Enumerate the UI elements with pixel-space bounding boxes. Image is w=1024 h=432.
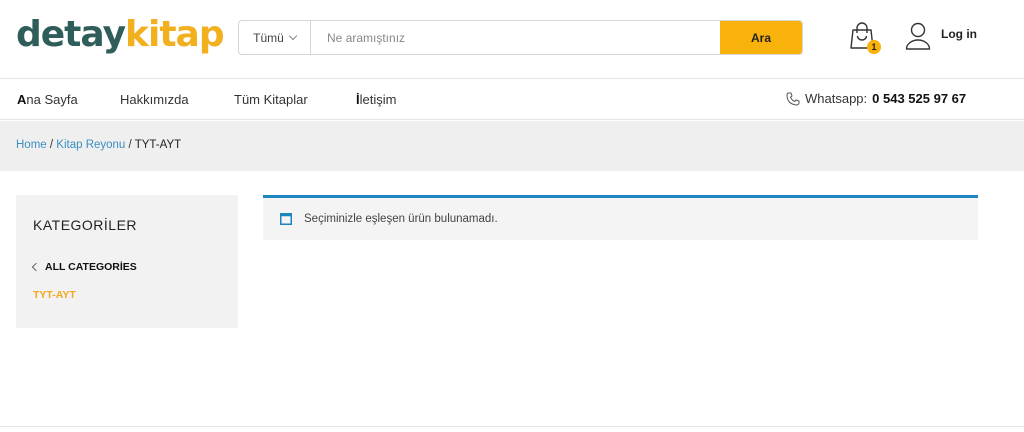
main-nav: Ana Sayfa Hakkımızda Tüm Kitaplar İletiş… [0,78,1024,120]
cart-button[interactable]: 1 [849,22,881,54]
all-categories-link[interactable]: ALL CATEGORİES [31,261,137,273]
search-category-value: Tümü [253,30,284,45]
logo-part-detay: detay [16,14,126,55]
breadcrumb-section-link[interactable]: Kitap Reyonu [56,139,125,151]
nav-item-hakkimizda[interactable]: Hakkımızda [120,92,189,107]
breadcrumb-current: TYT-AYT [134,139,182,151]
cart-count-badge: 1 [867,40,881,54]
nav-item-tum-kitaplar[interactable]: Tüm Kitaplar [234,92,308,107]
nav-item-label: na Sayfa [26,92,78,107]
breadcrumb-separator: / [46,139,57,151]
breadcrumb-separator: / [125,139,135,151]
no-products-notice: Seçiminizle eşleşen ürün bulunamadı. [263,195,978,240]
user-icon [905,22,931,50]
search-input[interactable] [311,21,720,54]
search-category-select[interactable]: Tümü [239,21,311,54]
nav-item-label: letişim [359,92,397,107]
breadcrumb: Home / Kitap Reyonu / TYT-AYT [16,139,181,151]
site-header: detaykitap Tümü Ara 1 Log in [0,0,1024,78]
all-categories-label: ALL CATEGORİES [45,261,137,273]
whatsapp-label: Whatsapp: [805,91,868,106]
search-button[interactable]: Ara [720,21,802,54]
category-sidebar: KATEGORİLER ALL CATEGORİES TYT-AYT [16,195,238,328]
nav-item-ana-sayfa[interactable]: Ana Sayfa [17,92,78,107]
window-icon [280,213,292,225]
whatsapp-contact[interactable]: Whatsapp: 0 543 525 97 67 [786,91,966,106]
search-bar: Tümü Ara [238,20,803,55]
chevron-left-icon [31,262,41,272]
logo-part-kitap: kitap [125,14,225,55]
chevron-down-icon [288,31,298,40]
nav-item-initial: A [17,92,27,107]
nav-item-label: Tüm Kitaplar [234,92,308,107]
breadcrumb-bar: Home / Kitap Reyonu / TYT-AYT [0,121,1024,171]
sidebar-title: KATEGORİLER [33,217,138,233]
phone-icon [786,92,800,106]
whatsapp-number: 0 543 525 97 67 [872,91,967,106]
site-logo[interactable]: detaykitap [16,13,225,57]
footer-divider [0,426,1024,427]
login-link[interactable]: Log in [905,22,977,50]
notice-text: Seçiminizle eşleşen ürün bulunamadı. [304,213,498,225]
nav-item-label: Hakkımızda [120,92,189,107]
breadcrumb-home-link[interactable]: Home [16,139,47,151]
sidebar-item-tyt-ayt[interactable]: TYT-AYT [33,289,76,301]
login-label: Log in [941,27,977,41]
nav-item-iletisim[interactable]: İletişim [356,92,396,107]
